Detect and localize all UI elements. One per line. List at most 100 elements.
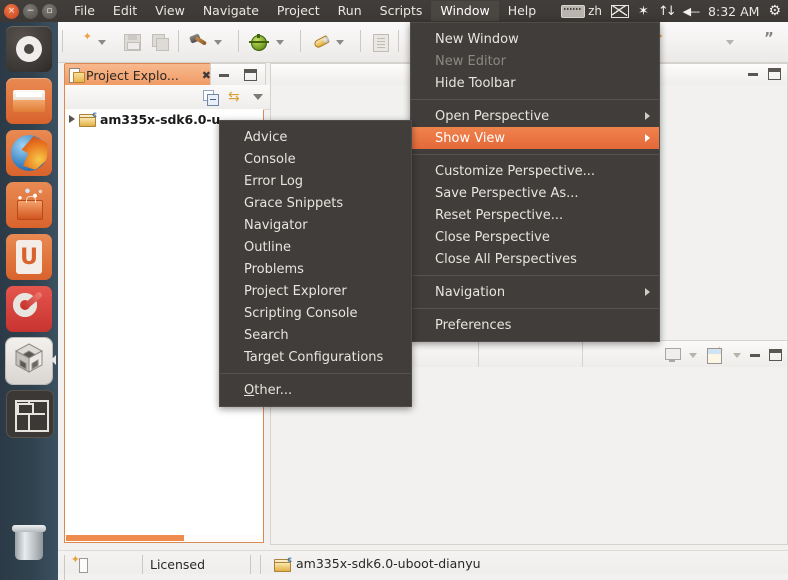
submenu-item-error-log[interactable]: Error Log: [220, 170, 411, 192]
lower-tab-3[interactable]: [479, 342, 583, 367]
menu-item-show-view[interactable]: Show View: [411, 127, 659, 149]
license-status-label: Licensed: [150, 557, 206, 572]
chevron-down-icon[interactable]: [689, 352, 697, 358]
collapse-all-icon[interactable]: [203, 89, 219, 106]
project-explorer-tab-label: Project Explo...: [86, 67, 179, 83]
bluetooth-icon[interactable]: ✶: [638, 4, 649, 19]
debug-button[interactable]: [248, 30, 269, 54]
launcher-item-files[interactable]: [6, 78, 52, 124]
new-project-button[interactable]: ✦: [72, 30, 92, 54]
project-explorer-view-buttons: [210, 63, 266, 86]
project-explorer-tab[interactable]: Project Explo... ✖: [64, 63, 216, 86]
show-view-submenu: Advice Console Error Log Grace Snippets …: [219, 120, 412, 407]
build-button[interactable]: [188, 30, 208, 54]
run-dropdown[interactable]: [336, 30, 344, 54]
submenu-item-project-explorer[interactable]: Project Explorer: [220, 280, 411, 302]
rocket-icon: [310, 32, 331, 52]
console-icon[interactable]: [664, 348, 681, 362]
menu-item-save-perspective-as[interactable]: Save Perspective As...: [411, 182, 659, 204]
menu-item-new-window[interactable]: New Window: [411, 28, 659, 50]
submenu-item-other[interactable]: Other...: [220, 379, 411, 401]
new-project-dropdown[interactable]: [98, 30, 106, 54]
envelope-icon[interactable]: [610, 4, 629, 18]
hammer-icon: [188, 32, 208, 52]
submenu-item-outline[interactable]: Outline: [220, 236, 411, 258]
run-button[interactable]: [310, 30, 331, 54]
status-separator: [64, 574, 65, 580]
launcher-item-ubuntu-one[interactable]: U: [6, 234, 52, 280]
submenu-item-target-configurations[interactable]: Target Configurations: [220, 346, 411, 368]
close-window-icon[interactable]: ×: [4, 3, 19, 19]
launcher-item-firefox[interactable]: [6, 130, 52, 176]
open-type-button[interactable]: [370, 30, 390, 54]
network-up-down-icon[interactable]: ↑↓: [658, 4, 677, 19]
toolbar-quote-button[interactable]: ”: [764, 26, 774, 50]
status-separator: [260, 555, 261, 574]
menu-item-label: Error Log: [244, 173, 304, 189]
menu-item-open-perspective[interactable]: Open Perspective: [411, 105, 659, 127]
maximize-window-icon[interactable]: ▫: [42, 3, 57, 19]
menu-item-close-all-perspectives[interactable]: Close All Perspectives: [411, 248, 659, 270]
menubar-item-view[interactable]: View: [146, 1, 194, 21]
chevron-right-icon: [645, 134, 650, 142]
toolbar-separator: [300, 30, 301, 52]
save-all-button[interactable]: [150, 30, 170, 54]
submenu-item-problems[interactable]: Problems: [220, 258, 411, 280]
terminal-window-icon: [17, 403, 34, 415]
menu-item-navigation[interactable]: Navigation: [411, 281, 659, 303]
menubar-item-file[interactable]: File: [65, 1, 104, 21]
menubar-item-run[interactable]: Run: [329, 1, 371, 21]
launcher-item-terminal[interactable]: [6, 390, 54, 438]
toolbar-overflow-dropdown[interactable]: [726, 30, 734, 54]
menu-item-reset-perspective[interactable]: Reset Perspective...: [411, 204, 659, 226]
chevron-down-icon[interactable]: [733, 352, 741, 358]
menubar-item-project[interactable]: Project: [268, 1, 329, 21]
launcher-item-software-center[interactable]: [6, 182, 52, 228]
clock[interactable]: 8:32 AM: [708, 4, 759, 19]
save-button[interactable]: [122, 30, 142, 54]
menubar-item-window[interactable]: Window: [431, 1, 499, 21]
menu-item-close-perspective[interactable]: Close Perspective: [411, 226, 659, 248]
link-editor-icon[interactable]: ⇆: [228, 90, 244, 104]
keyboard-indicator[interactable]: zh: [561, 4, 602, 18]
view-menu-icon[interactable]: [253, 94, 263, 100]
menu-item-customize-perspective[interactable]: Customize Perspective...: [411, 160, 659, 182]
minimize-icon[interactable]: [218, 73, 229, 77]
launcher-item-system-settings[interactable]: [6, 286, 52, 332]
unity-top-panel: × − ▫ File Edit View Navigate Project Ru…: [0, 0, 788, 22]
submenu-item-grace-snippets[interactable]: Grace Snippets: [220, 192, 411, 214]
submenu-item-search[interactable]: Search: [220, 324, 411, 346]
menubar-item-help[interactable]: Help: [499, 1, 546, 21]
maximize-icon[interactable]: [244, 69, 258, 81]
menubar-item-navigate[interactable]: Navigate: [194, 1, 268, 21]
scrollbar-thumb[interactable]: [66, 535, 184, 541]
chevron-right-icon[interactable]: [69, 115, 75, 123]
menu-item-preferences[interactable]: Preferences: [411, 314, 659, 336]
submenu-item-navigator[interactable]: Navigator: [220, 214, 411, 236]
submenu-item-scripting-console[interactable]: Scripting Console: [220, 302, 411, 324]
menu-item-label: New Window: [435, 31, 519, 47]
minimize-window-icon[interactable]: −: [23, 3, 38, 19]
menubar-item-edit[interactable]: Edit: [104, 1, 146, 21]
launcher-item-ubuntu-dash[interactable]: [6, 26, 52, 72]
lower-view-content[interactable]: [270, 403, 788, 545]
menubar-item-scripts[interactable]: Scripts: [371, 1, 432, 21]
keyboard-icon: [561, 4, 586, 18]
submenu-item-advice[interactable]: Advice: [220, 126, 411, 148]
debug-dropdown[interactable]: [276, 30, 284, 54]
minimize-icon[interactable]: [750, 353, 760, 357]
new-console-icon[interactable]: ✦: [706, 345, 724, 364]
maximize-icon[interactable]: [769, 349, 782, 361]
build-dropdown[interactable]: [214, 30, 222, 54]
launcher-item-trash[interactable]: [6, 522, 52, 568]
save-icon: [122, 32, 142, 52]
launcher-item-workspace-switcher[interactable]: [6, 338, 52, 384]
menu-item-hide-toolbar[interactable]: Hide Toolbar: [411, 72, 659, 94]
maximize-icon[interactable]: [768, 68, 781, 80]
minimize-icon[interactable]: [748, 72, 758, 76]
project-explorer-horizontal-scrollbar[interactable]: [66, 535, 262, 541]
submenu-item-console[interactable]: Console: [220, 148, 411, 170]
power-gear-icon[interactable]: ⚙: [768, 3, 781, 19]
toolbar-separator: [62, 30, 63, 52]
volume-icon[interactable]: ◀---: [683, 5, 700, 18]
